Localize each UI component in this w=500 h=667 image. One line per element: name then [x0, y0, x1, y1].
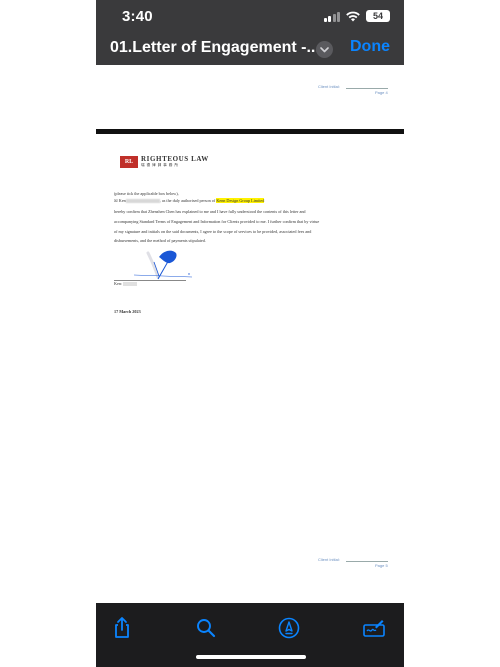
company-name-highlighted: Kenn Design Group Limited	[216, 198, 265, 203]
done-button[interactable]: Done	[350, 38, 390, 56]
confirmation-line-4: of my signature and initials on the said…	[114, 229, 312, 234]
page4-initial-line	[346, 88, 388, 89]
share-button[interactable]	[110, 616, 134, 640]
letterhead-logo: RL RIGHTEOUS LAW 瑞 德 律 師 事 務 所	[120, 156, 209, 168]
page-separator	[96, 129, 404, 134]
page5-number: Page 5	[375, 563, 388, 568]
signature-icon	[363, 620, 385, 637]
redacted-name	[125, 199, 160, 204]
firm-name: RIGHTEOUS LAW	[141, 155, 209, 163]
confirmation-line-2: hereby confirm that Zhenzhen Chen has ex…	[114, 209, 306, 214]
checkbox-checked: ☒ Ken	[114, 198, 126, 203]
signer-label: Ken:	[114, 281, 123, 286]
markup-button[interactable]	[277, 616, 301, 640]
page5-initial-line	[346, 561, 388, 562]
letter-date: 17 March 2023	[114, 309, 141, 314]
search-button[interactable]	[194, 616, 218, 640]
firm-name-chinese: 瑞 德 律 師 事 務 所	[141, 163, 179, 167]
markup-pen-icon	[278, 617, 300, 639]
instruction-text: (please tick the applicable box below),	[114, 191, 179, 196]
page5-initial-label: Client Initial:	[318, 557, 340, 562]
search-icon	[197, 619, 216, 638]
logo-mark: RL	[120, 156, 138, 168]
confirmation-line-3: accompanying Standard Terms of Engagemen…	[114, 219, 320, 224]
document-title[interactable]: 01.Letter of Engagement -...	[110, 39, 320, 57]
cellular-signal-icon	[323, 11, 340, 22]
chevron-down-icon[interactable]	[316, 41, 333, 58]
redacted-signer-name	[123, 282, 138, 287]
top-navigation-bar: 3:40 54 01.Letter of Engagement -... Don…	[96, 0, 404, 65]
confirmation-line-1: ☒ Ken, as the duly authorised person of …	[114, 198, 265, 204]
signer-label-row: Ken:	[114, 281, 376, 287]
home-indicator[interactable]	[196, 655, 306, 659]
wifi-icon	[346, 11, 360, 21]
status-icons: 54	[323, 9, 390, 23]
phone-screen: 3:40 54 01.Letter of Engagement -... Don…	[96, 0, 404, 667]
share-icon	[115, 617, 129, 638]
battery-icon: 54	[366, 10, 390, 22]
page4-number: Page 4	[375, 90, 388, 95]
document-viewer[interactable]: Client Initial: Page 4 RL RIGHTEOUS LAW …	[96, 65, 404, 603]
signature-button[interactable]	[362, 616, 386, 640]
status-time: 3:40	[122, 8, 153, 25]
page4-initial-label: Client Initial:	[318, 84, 340, 89]
